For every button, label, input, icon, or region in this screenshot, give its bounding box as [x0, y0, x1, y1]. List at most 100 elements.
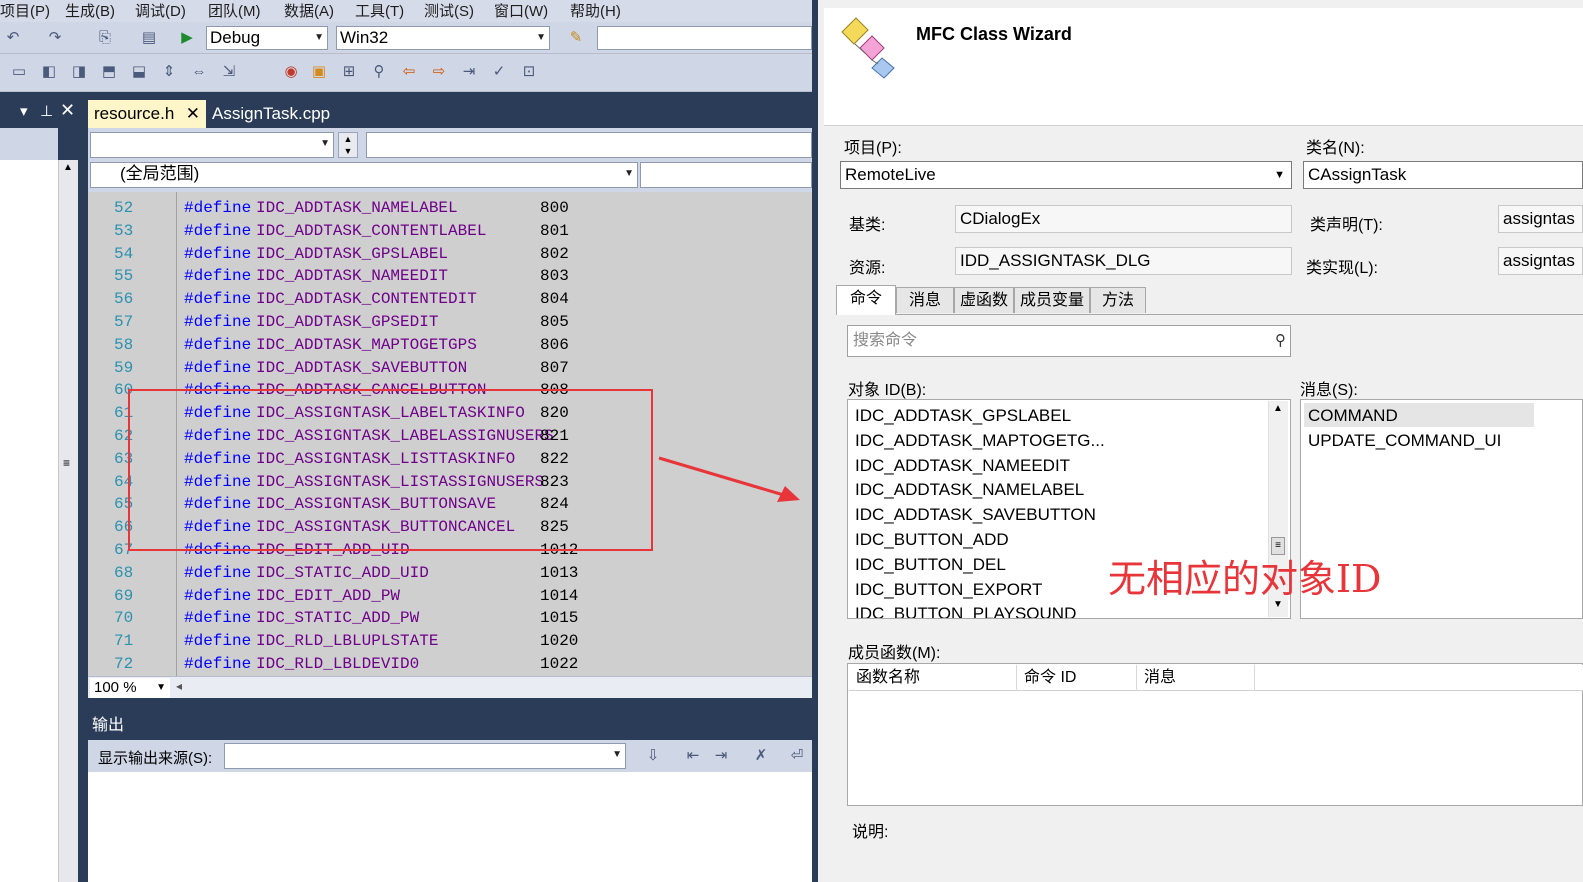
tab-methods[interactable]: 方法 [1090, 287, 1146, 313]
tab-assigntask-cpp[interactable]: AssignTask.cpp [206, 100, 356, 128]
zoom-select[interactable]: 100 % ▼ [90, 678, 170, 698]
close-icon[interactable]: ✕ [186, 100, 200, 128]
class-declaration-field[interactable]: assigntas [1498, 205, 1583, 233]
tab-order-icon[interactable]: ⇥ [460, 63, 478, 81]
list-item[interactable]: COMMAND [1308, 403, 1398, 428]
make-same-size-icon[interactable]: ◉ [282, 63, 300, 81]
menu-data[interactable]: 数据(A) [284, 0, 334, 21]
spelling-icon[interactable]: ✓ [490, 63, 508, 81]
solution-config-icon[interactable]: ▤ [140, 29, 158, 47]
macro-value: 1014 [540, 586, 579, 605]
menu-bar: 项目(P) 生成(B) 调试(D) 团队(M) 数据(A) 工具(T) 测试(S… [0, 0, 812, 22]
align-left-icon[interactable]: ◧ [40, 63, 58, 81]
pin-icon[interactable]: ⊥ [40, 102, 53, 120]
center-horizontal-icon[interactable]: ⇔ [190, 63, 208, 81]
menu-tools[interactable]: 工具(T) [355, 0, 404, 21]
line-number: 65 [114, 495, 134, 514]
go-to-next-icon[interactable]: ⇥ [712, 747, 730, 765]
class-name-select[interactable]: CAssignTask [1303, 161, 1583, 189]
tab-resource-h[interactable]: resource.h ✕ [88, 100, 206, 128]
scope-select[interactable]: (全局范围) ▼ [90, 162, 638, 188]
redo-icon[interactable]: ↷ [46, 29, 64, 47]
menu-test[interactable]: 测试(S) [424, 0, 474, 21]
tab-commands[interactable]: 命令 [836, 285, 896, 315]
scroll-up-icon[interactable]: ▲ [1273, 403, 1283, 414]
column-command-id[interactable]: 命令 ID [1017, 665, 1137, 691]
list-item[interactable]: IDC_ADDTASK_GPSLABEL [855, 403, 1071, 428]
search-icon[interactable]: ⚲ [370, 63, 388, 81]
symbol-select[interactable] [640, 162, 812, 188]
word-wrap-icon[interactable]: ⏎ [788, 747, 806, 765]
tab-member-variables[interactable]: 成员变量 [1014, 287, 1090, 313]
list-item[interactable]: IDC_BUTTON_EXPORT [855, 577, 1042, 602]
column-function-name[interactable]: 函数名称 [849, 665, 1017, 691]
list-item[interactable]: UPDATE_COMMAND_UI [1308, 428, 1501, 453]
menu-team[interactable]: 团队(M) [208, 0, 261, 21]
find-input[interactable] [597, 26, 812, 50]
start-debug-icon[interactable]: ▶ [178, 29, 196, 47]
move-right-icon[interactable]: ⇨ [430, 63, 448, 81]
macro-value: 820 [540, 404, 569, 423]
clear-all-icon[interactable]: ✗ [752, 747, 770, 765]
tab-messages[interactable]: 消息 [896, 287, 954, 313]
undo-icon[interactable]: ↶ [4, 29, 22, 47]
list-item[interactable]: IDC_ADDTASK_MAPTOGETG... [855, 428, 1105, 453]
macro-name: IDC_EDIT_ADD_PW [256, 586, 401, 605]
move-left-icon[interactable]: ⇦ [400, 63, 418, 81]
menu-window[interactable]: 窗口(W) [494, 0, 548, 21]
macro-value: 1022 [540, 655, 579, 673]
column-message[interactable]: 消息 [1137, 665, 1255, 691]
tab-virtual-functions[interactable]: 虚函数 [954, 287, 1014, 313]
space-across-icon[interactable]: ⇲ [220, 63, 238, 81]
menu-project[interactable]: 项目(P) [0, 0, 50, 21]
align-right-icon[interactable]: ◨ [70, 63, 88, 81]
list-item[interactable]: IDC_BUTTON_PLAYSOUND [855, 601, 1076, 618]
guides-icon[interactable]: ⊡ [520, 63, 538, 81]
solution-explorer-toolbar [0, 128, 58, 160]
project-select[interactable]: RemoteLive ▼ [840, 161, 1292, 189]
platform-select[interactable]: Win32 ▼ [336, 26, 550, 50]
menu-help[interactable]: 帮助(H) [570, 0, 621, 21]
solution-explorer-header: ▾ ⊥ ✕ [0, 100, 82, 128]
class-name-value: CAssignTask [1308, 165, 1407, 184]
arrange-buttons-icon[interactable]: ⊞ [340, 63, 358, 81]
nav-spinner[interactable]: ▲ ▼ [338, 132, 358, 158]
line-number: 52 [114, 199, 134, 217]
test-dialog-icon[interactable]: ▭ [10, 63, 28, 81]
align-bottom-icon[interactable]: ⬓ [130, 63, 148, 81]
member-nav-select[interactable] [366, 132, 812, 158]
close-icon[interactable]: ✕ [60, 100, 75, 121]
list-item[interactable]: IDC_ADDTASK_NAMEEDIT [855, 453, 1070, 478]
size-to-content-icon[interactable]: ▣ [310, 63, 328, 81]
define-keyword: #define [184, 381, 252, 400]
menu-build[interactable]: 生成(B) [65, 0, 115, 21]
list-item[interactable]: IDC_ADDTASK_NAMELABEL [855, 477, 1084, 502]
find-message-icon[interactable]: ⇩ [644, 747, 662, 765]
center-vertical-icon[interactable]: ⇕ [160, 63, 178, 81]
project-nav-select[interactable]: ▼ [90, 132, 334, 158]
macro-value: 825 [540, 518, 569, 537]
line-number: 64 [114, 472, 134, 491]
line-number: 60 [114, 381, 134, 400]
arrow-annotation [658, 456, 800, 502]
search-icon[interactable]: ⚲ [1275, 326, 1286, 356]
list-item[interactable]: IDC_BUTTON_DEL [855, 552, 1006, 577]
config-select[interactable]: Debug ▼ [206, 26, 328, 50]
navigate-icon[interactable]: ⎘ [96, 29, 114, 47]
find-in-files-icon[interactable]: ✎ [567, 29, 585, 47]
menu-debug[interactable]: 调试(D) [135, 0, 186, 21]
code-editor[interactable]: 52 #define IDC_ADDTASK_NAMELABEL 800 53 #defi… [88, 192, 812, 678]
chevron-down-icon[interactable]: ▾ [20, 102, 28, 120]
list-item[interactable]: IDC_ADDTASK_SAVEBUTTON [855, 502, 1096, 527]
list-item[interactable]: IDC_BUTTON_ADD [855, 527, 1009, 552]
splitter-grip-icon[interactable]: ≡ [63, 456, 70, 470]
macro-value: 807 [540, 358, 569, 377]
align-top-icon[interactable]: ⬒ [100, 63, 118, 81]
scroll-up-icon[interactable]: ▲ [63, 162, 73, 173]
class-implementation-field[interactable]: assigntas [1498, 247, 1583, 275]
solution-explorer-scrollbar[interactable]: ▲ ≡ [58, 160, 78, 882]
search-commands-input[interactable]: 搜索命令 ⚲ [847, 325, 1291, 357]
go-to-previous-icon[interactable]: ⇤ [684, 747, 702, 765]
scroll-left-icon[interactable]: ◂ [176, 679, 182, 693]
output-source-select[interactable]: ▼ [224, 743, 626, 769]
